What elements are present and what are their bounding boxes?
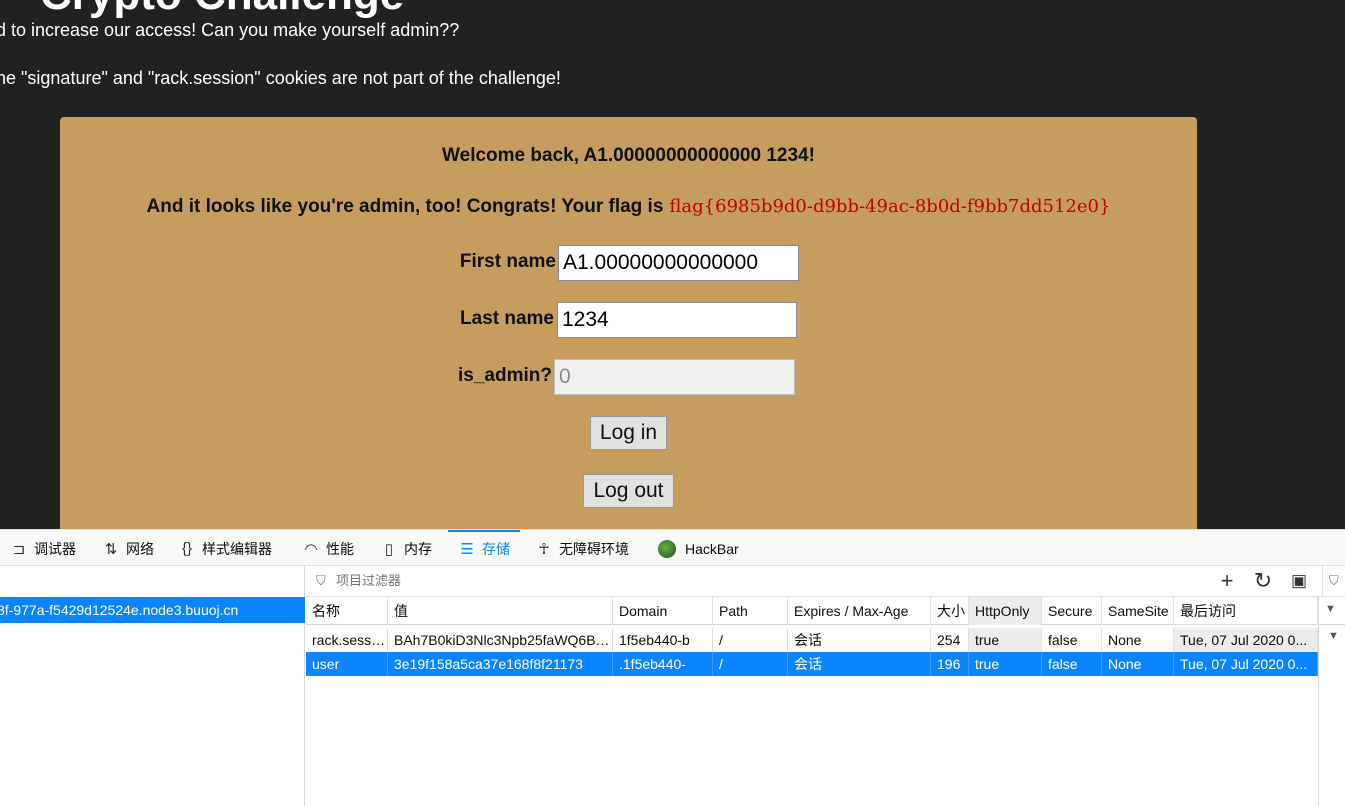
debugger-icon: ⊐ — [12, 540, 26, 558]
cookie-table-panel: ⛉ + ↻ ▣ ⛉ 名称 值 Domain Path Expires / Max… — [306, 566, 1345, 806]
sidebar-toggle-icon[interactable]: ▣ — [1286, 571, 1312, 591]
filter-bar: ⛉ + ↻ ▣ ⛉ — [306, 566, 1345, 597]
column-header[interactable]: Secure — [1042, 597, 1102, 625]
tab-memory[interactable]: ▯ 内存 — [380, 530, 432, 567]
table-row[interactable]: rack.session BAh7B0kiD3Nlc3Npb25faWQ6BkV… — [306, 628, 1318, 652]
filter-icon: ⛉ — [1329, 573, 1339, 588]
storage-icon: ☰ — [460, 540, 474, 558]
devtools-tabbar: ⊐ 调试器 ⇅ 网络 {} 样式编辑器 ◠ 性能 ▯ 内存 ☰ 存储 ☥ 无障碍环境 Hack… — [0, 529, 1345, 566]
tab-debugger[interactable]: ⊐ 调试器 — [10, 530, 76, 567]
logout-button[interactable]: Log out — [583, 474, 674, 508]
devtools-panel: ⊐ 调试器 ⇅ 网络 {} 样式编辑器 ◠ 性能 ▯ 内存 ☰ 存储 ☥ 无障碍环境 Hack… — [0, 529, 1345, 806]
column-header[interactable]: 名称 — [306, 597, 388, 625]
tab-accessibility[interactable]: ☥ 无障碍环境 — [535, 530, 629, 567]
cookie-name-cell: rack.session — [306, 628, 388, 652]
first-name-row: First name — [60, 245, 1197, 281]
web-page: Crypto Challenge d to increase our acces… — [0, 0, 1345, 529]
last-name-label: Last name — [460, 308, 554, 329]
cookie-samesite-cell: None — [1102, 628, 1174, 652]
cookie-path-cell: / — [713, 652, 788, 676]
cookie-httponly-cell: true — [969, 652, 1042, 676]
storage-tree: 8f-977a-f5429d12524e.node3.buuoj.cn — [0, 566, 305, 806]
is-admin-label: is_admin? — [458, 365, 552, 386]
cookie-secure-cell: false — [1042, 628, 1102, 652]
column-header[interactable]: HttpOnly — [969, 597, 1042, 625]
first-name-input[interactable] — [558, 245, 799, 281]
column-header[interactable]: 最后访问 — [1174, 597, 1318, 625]
chevron-down-icon: ▼ — [1328, 630, 1339, 642]
column-header[interactable]: Domain — [613, 597, 713, 625]
cookie-httponly-cell: true — [969, 628, 1042, 652]
cookie-note: he "signature" and "rack.session" cookie… — [0, 68, 561, 88]
cookie-expires-cell: 会话 — [788, 652, 931, 676]
tab-storage[interactable]: ☰ 存储 — [448, 530, 520, 567]
is-admin-input — [554, 359, 795, 395]
cookie-name-cell: user — [306, 652, 388, 676]
flag-value: flag{6985b9d0-d9bb-49ac-8b0d-f9bb7dd512e… — [669, 196, 1111, 217]
sidebar-filter[interactable]: ⛉ — [1322, 566, 1345, 597]
filter-input[interactable] — [334, 572, 638, 589]
congrats-message: And it looks like you're admin, too! Con… — [60, 196, 1197, 218]
cookie-path-cell: / — [713, 628, 788, 652]
column-header[interactable]: 大小 — [931, 597, 969, 625]
tab-style-editor[interactable]: {} 样式编辑器 — [178, 530, 272, 567]
memory-icon: ▯ — [384, 540, 394, 558]
login-card: Welcome back, A1.00000000000000 1234! An… — [60, 117, 1197, 529]
first-name-label: First name — [459, 251, 556, 272]
column-header[interactable]: 值 — [388, 597, 613, 625]
is-admin-row: is_admin? — [60, 359, 1197, 395]
column-menu[interactable]: ▼ ▼ — [1318, 597, 1345, 806]
column-header[interactable]: SameSite — [1102, 597, 1174, 625]
filter-icon: ⛉ — [316, 573, 326, 588]
column-header[interactable]: Expires / Max-Age — [788, 597, 931, 625]
tab-network[interactable]: ⇅ 网络 — [102, 530, 154, 567]
cookie-value-cell: 3e19f158a5ca37e168f8f21173 — [388, 652, 613, 676]
cookie-value-cell: BAh7B0kiD3Nlc3Npb25faWQ6BkVU — [388, 628, 613, 652]
tab-performance[interactable]: ◠ 性能 — [302, 530, 354, 567]
cookie-lastaccess-cell: Tue, 07 Jul 2020 0... — [1174, 628, 1318, 652]
refresh-icon[interactable]: ↻ — [1250, 568, 1276, 594]
cookie-size-cell: 254 — [931, 628, 969, 652]
network-icon: ⇅ — [104, 540, 118, 558]
table-row-selected[interactable]: user 3e19f158a5ca37e168f8f21173 .1f5eb44… — [306, 652, 1318, 676]
cookie-lastaccess-cell: Tue, 07 Jul 2020 0... — [1174, 652, 1318, 676]
cookie-size-cell: 196 — [931, 652, 969, 676]
host-item[interactable]: 8f-977a-f5429d12524e.node3.buuoj.cn — [0, 597, 305, 623]
performance-icon: ◠ — [304, 540, 318, 558]
cookie-domain-cell: 1f5eb440-b — [613, 628, 713, 652]
chevron-down-icon: ▼ — [1325, 603, 1336, 615]
column-header[interactable]: Path — [713, 597, 788, 625]
accessibility-icon: ☥ — [538, 540, 550, 558]
add-icon[interactable]: + — [1214, 568, 1240, 594]
cookie-samesite-cell: None — [1102, 652, 1174, 676]
page-title: Crypto Challenge — [40, 0, 404, 20]
intro-text: d to increase our access! Can you make y… — [0, 20, 460, 40]
cookie-secure-cell: false — [1042, 652, 1102, 676]
hackbar-icon — [658, 539, 676, 558]
cookie-expires-cell: 会话 — [788, 628, 931, 652]
welcome-message: Welcome back, A1.00000000000000 1234! — [442, 145, 815, 166]
tab-hackbar[interactable]: HackBar — [658, 530, 739, 567]
table-header: 名称 值 Domain Path Expires / Max-Age 大小 Ht… — [306, 597, 1345, 625]
cookie-domain-cell: .1f5eb440- — [613, 652, 713, 676]
last-name-input[interactable] — [557, 302, 797, 338]
style-editor-icon: {} — [181, 540, 193, 557]
last-name-row: Last name — [60, 302, 1197, 338]
login-button[interactable]: Log in — [590, 416, 667, 450]
congrats-text: And it looks like you're admin, too! Con… — [146, 196, 664, 217]
